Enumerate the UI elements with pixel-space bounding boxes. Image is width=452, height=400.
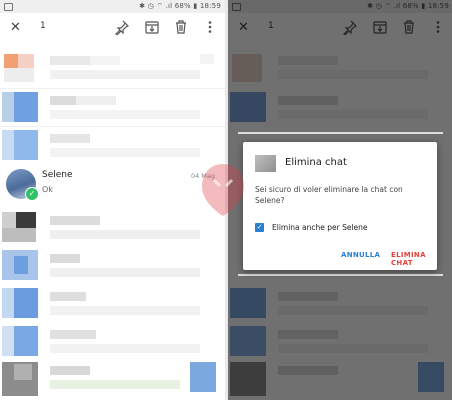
list-item[interactable]	[0, 90, 225, 128]
close-icon[interactable]: ✕	[10, 20, 21, 35]
delete-chat-button[interactable]: ELIMINA CHAT	[391, 251, 437, 267]
status-right: ✱ ◷ ⌔ .ıl 68% ▮ 18:59	[139, 2, 221, 10]
list-item[interactable]	[0, 128, 225, 166]
status-bar: ✱ ◷ ⌔ .ıl 68% ▮ 18:59	[0, 0, 225, 13]
cancel-button[interactable]: ANNULLA	[341, 251, 380, 259]
check-icon: ✓	[25, 187, 39, 201]
divider	[238, 132, 443, 134]
selected-count: 1	[40, 21, 46, 31]
delete-dialog-screen: ✱ ◷ ⌔ .ıl 68% ▮ 18:59 ✕ 1 Elimina	[228, 0, 452, 400]
image-icon	[4, 3, 13, 11]
pin-icon[interactable]	[114, 19, 130, 35]
list-item[interactable]	[0, 50, 225, 88]
more-icon[interactable]	[202, 19, 218, 35]
list-item[interactable]	[0, 360, 225, 400]
archive-icon[interactable]	[144, 19, 160, 35]
chat-name: Selene	[42, 170, 73, 180]
delete-for-contact-checkbox[interactable]: ✓	[255, 223, 264, 232]
checkbox-label[interactable]: Elimina anche per Selene	[272, 223, 368, 232]
chat-last-message: Ok	[42, 185, 53, 194]
avatar	[255, 155, 276, 172]
selection-toolbar: ✕ 1	[0, 13, 225, 44]
trash-icon[interactable]	[173, 19, 189, 35]
list-item[interactable]	[0, 248, 225, 286]
list-item[interactable]	[0, 324, 225, 362]
dialog-message: Sei sicuro di voler eliminare la chat co…	[255, 185, 403, 205]
list-item[interactable]	[0, 286, 225, 324]
list-item[interactable]	[0, 210, 225, 248]
chat-row-selected[interactable]: ✓ Selene Ok 04 Mag	[0, 163, 225, 205]
dialog-title: Elimina chat	[285, 157, 347, 168]
delete-chat-dialog: Elimina chat Sei sicuro di voler elimina…	[243, 142, 437, 270]
chat-list-screen: ✱ ◷ ⌔ .ıl 68% ▮ 18:59 ✕ 1 ✓ Selene Ok 04…	[0, 0, 225, 400]
watermark-logo	[202, 164, 244, 216]
divider	[238, 274, 443, 276]
